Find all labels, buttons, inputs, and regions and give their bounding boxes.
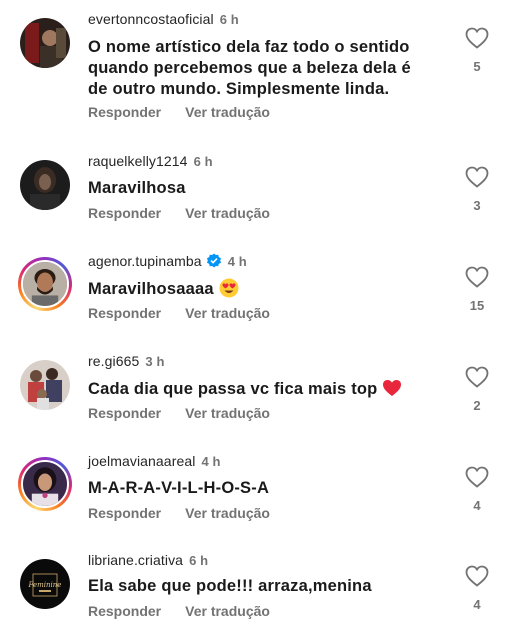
comment-meta: evertonncostaoficial 6 h [88, 11, 239, 27]
timestamp: 3 h [145, 354, 165, 369]
username[interactable]: re.gi665 [88, 353, 139, 369]
heart-icon[interactable] [465, 266, 489, 288]
heart-icon[interactable] [465, 466, 489, 488]
red-heart-emoji-icon [383, 380, 402, 396]
avatar[interactable] [20, 160, 70, 210]
reply-button[interactable]: Responder [88, 305, 161, 321]
translate-button[interactable]: Ver tradução [185, 305, 270, 321]
timestamp: 6 h [219, 12, 239, 27]
translate-button[interactable]: Ver tradução [185, 405, 270, 421]
avatar[interactable] [20, 360, 70, 410]
heart-eyes-emoji-icon [219, 278, 239, 298]
heart-icon[interactable] [465, 27, 489, 49]
verified-badge-icon [206, 253, 221, 268]
comment-item: joelmavianaareal 4 h M-A-R-A-V-I-L-H-O-S-… [0, 450, 514, 550]
username[interactable]: agenor.tupinamba [88, 253, 202, 269]
username[interactable]: raquelkelly1214 [88, 153, 188, 169]
reply-button[interactable]: Responder [88, 205, 161, 221]
translate-button[interactable]: Ver tradução [185, 104, 270, 120]
comment-text: Maravilhosaaaa [88, 278, 433, 300]
avatar-logo-text: Feminine [28, 581, 62, 589]
comment-item: agenor.tupinamba 4 h Maravilhosaaaa Respo… [0, 250, 514, 350]
avatar[interactable] [18, 457, 72, 511]
comment-item: re.gi665 3 h Cada dia que passa vc fica m… [0, 350, 514, 450]
comment-text: Cada dia que passa vc fica mais top [88, 378, 433, 400]
comment-meta: raquelkelly1214 6 h [88, 153, 213, 169]
timestamp: 6 h [193, 154, 213, 169]
reply-button[interactable]: Responder [88, 505, 161, 521]
comment-meta: agenor.tupinamba 4 h [88, 253, 247, 269]
reply-button[interactable]: Responder [88, 405, 161, 421]
like-count: 15 [469, 298, 485, 313]
timestamp: 6 h [189, 553, 209, 568]
comment-text: O nome artístico dela faz todo o sentido… [88, 38, 411, 98]
timestamp: 4 h [201, 454, 221, 469]
like-count: 2 [473, 398, 481, 413]
comment-item: raquelkelly1214 6 h Maravilhosa Responder… [0, 150, 514, 250]
translate-button[interactable]: Ver tradução [185, 505, 270, 521]
heart-icon[interactable] [465, 366, 489, 388]
comment-text: Maravilhosa [88, 179, 186, 197]
avatar[interactable] [20, 18, 70, 68]
translate-button[interactable]: Ver tradução [185, 205, 270, 221]
like-count: 4 [473, 498, 481, 513]
comment-item: Feminine libriane.criativa 6 h Ela sabe q… [0, 549, 514, 639]
comment-meta: re.gi665 3 h [88, 353, 165, 369]
comment-text: M-A-R-A-V-I-L-H-O-S-A [88, 479, 270, 497]
like-count: 3 [473, 198, 481, 213]
comment-text: Ela sabe que pode!!! arraza,menina [88, 577, 372, 595]
like-count: 5 [473, 59, 481, 74]
reply-button[interactable]: Responder [88, 603, 161, 619]
timestamp: 4 h [227, 254, 247, 269]
like-count: 4 [473, 597, 481, 612]
reply-button[interactable]: Responder [88, 104, 161, 120]
username[interactable]: libriane.criativa [88, 552, 183, 568]
comment-meta: libriane.criativa 6 h [88, 552, 208, 568]
username[interactable]: joelmavianaareal [88, 453, 195, 469]
heart-icon[interactable] [465, 565, 489, 587]
heart-icon[interactable] [465, 166, 489, 188]
comment-meta: joelmavianaareal 4 h [88, 453, 221, 469]
avatar[interactable]: Feminine [20, 559, 70, 609]
comment-item: evertonncostaoficial 6 h O nome artístico… [0, 0, 514, 120]
avatar[interactable] [18, 257, 72, 311]
username[interactable]: evertonncostaoficial [88, 11, 214, 27]
translate-button[interactable]: Ver tradução [185, 603, 270, 619]
